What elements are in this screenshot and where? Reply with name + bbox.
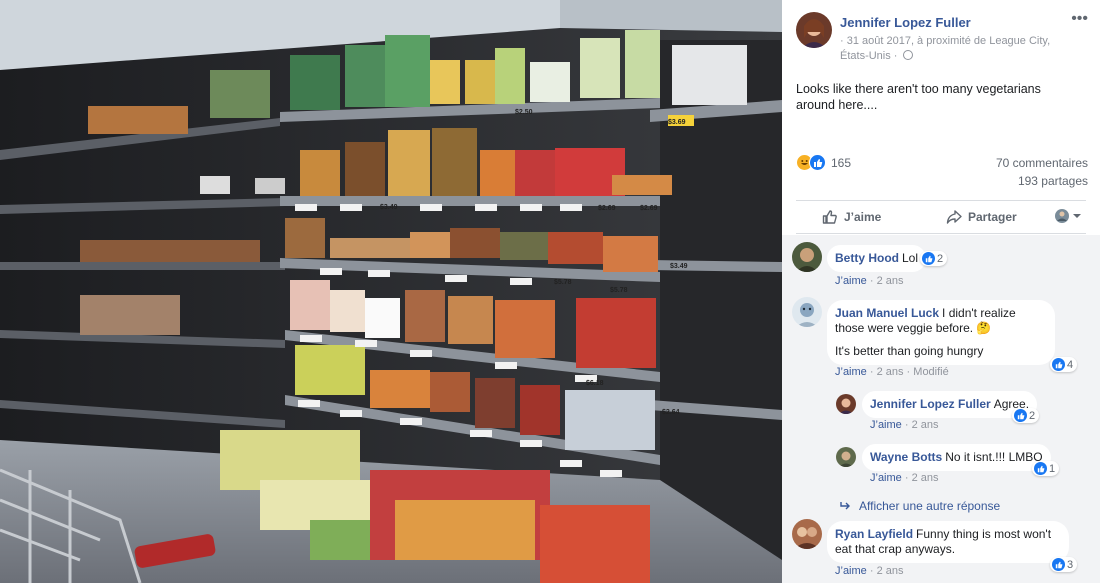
comment-text-continued: It's better than going hungry [835,344,984,358]
avatar[interactable] [792,242,822,272]
audience-selector-icon [1055,209,1069,223]
like-button-label: J’aime [844,210,882,224]
comment-reactions[interactable]: 4 [1050,357,1078,372]
comment-bubble: Jennifer Lopez Fuller Agree. [862,391,1038,418]
comment: Juan Manuel Luck I didn't realize those w… [792,297,1092,387]
post-author-name[interactable]: Jennifer Lopez Fuller [840,15,971,30]
post-date-location[interactable]: · 31 août 2017, à proximité de League Ci… [840,35,1050,62]
like-reaction-icon [1052,358,1065,371]
price-tag: $5.78 [554,279,572,286]
comment-reaction-count: 4 [1067,358,1074,371]
price-tag: $2.69 [640,205,658,212]
comment-timestamp[interactable]: 2 ans [877,275,904,287]
shares-count[interactable]: 193 partages [1018,174,1088,188]
post-sidebar: Jennifer Lopez Fuller · 31 août 2017, à … [782,0,1100,583]
audience-selector[interactable] [1054,208,1081,224]
comment-timestamp[interactable]: 2 ans [912,472,939,484]
comment-like-link[interactable]: J’aime [870,419,902,431]
share-arrow-icon [946,210,962,224]
post-meta: · 31 août 2017, à proximité de League Ci… [840,34,1062,64]
avatar[interactable] [836,447,856,467]
price-tag: $2.64 [662,409,680,416]
comment-reactions[interactable]: 2 [1012,408,1040,423]
comment-actions: J’aime · 2 ans [835,275,904,287]
comment-timestamp[interactable]: 2 ans [912,419,939,431]
price-tag: $5.78 [610,287,628,294]
comment-author[interactable]: Juan Manuel Luck [835,306,939,320]
post-photo[interactable]: $2.69 $3.49 $5.78 $5.78 $3.49 $2.69 $6.1… [0,0,782,583]
thumbs-up-icon [822,210,837,224]
reactions-count[interactable]: 165 [831,156,851,170]
comment-actions: J’aime · 2 ans [835,565,904,577]
comment-actions: J’aime · 2 ans [870,419,939,431]
post-header: Jennifer Lopez Fuller · 31 août 2017, à … [796,11,1092,72]
avatar[interactable] [796,12,832,48]
price-tag: $6.18 [586,380,604,387]
avatar[interactable] [792,297,822,327]
share-button-label: Partager [968,210,1017,224]
share-button[interactable]: Partager [946,209,1017,225]
comment-bubble: Wayne Botts No it isnt.!!! LMBO [862,444,1051,471]
comment-text: No it isnt.!!! LMBO [945,450,1043,464]
avatar[interactable] [792,519,822,549]
comment-edited-label[interactable]: Modifié [913,366,948,378]
more-options-icon[interactable]: ••• [1071,11,1088,27]
chevron-down-icon [1073,214,1081,218]
reply: Jennifer Lopez Fuller Agree. 2 J’aime · 2… [836,391,1092,439]
globe-icon [902,50,913,60]
comment-like-link[interactable]: J’aime [870,472,902,484]
like-reaction-icon [1014,409,1027,422]
like-reaction-icon [809,154,826,171]
avatar[interactable] [836,394,856,414]
reply: Wayne Botts No it isnt.!!! LMBO 1 J’aime … [836,444,1092,492]
comment-reaction-count: 2 [1029,409,1036,422]
comment-timestamp[interactable]: 2 ans [877,366,904,378]
price-tag: $3.49 [670,263,688,270]
like-button[interactable]: J’aime [822,209,881,225]
comment-actions: J’aime · 2 ans [870,472,939,484]
comments-count[interactable]: 70 commentaires [996,156,1088,170]
price-tag: $3.69 [668,119,686,126]
comment: Betty Hood Lol 2 J’aime · 2 ans [792,242,1092,292]
divider [796,200,1086,201]
comment-bubble: Ryan Layfield Funny thing is most won't e… [827,521,1069,563]
price-tag: $2.69 [598,205,616,212]
reaction-summary[interactable]: 165 70 commentaires 193 partages [796,154,1088,188]
comment-bubble: Betty Hood Lol [827,245,927,272]
comment-reaction-count: 2 [937,252,944,265]
comment-author[interactable]: Ryan Layfield [835,527,913,541]
comment: Ryan Layfield Funny thing is most won't e… [792,519,1092,581]
comment-actions: J’aime · 2 ans · Modifié [835,366,949,378]
comment-like-link[interactable]: J’aime [835,565,867,577]
comment-reactions[interactable]: 2 [920,251,948,266]
price-tag: $2.50 [515,109,533,116]
reply-arrow-icon [840,502,850,510]
show-more-replies-label: Afficher une autre réponse [859,499,1001,513]
like-reaction-icon [1034,462,1047,475]
show-more-replies-link[interactable]: Afficher une autre réponse [840,499,1000,513]
comment-reaction-count: 1 [1049,462,1056,475]
comment-text: Lol [902,251,919,265]
divider [796,233,1086,234]
post-text: Looks like there aren't too many vegetar… [796,82,1041,112]
post-action-bar: J’aime Partager [796,203,1086,233]
like-reaction-icon [922,252,935,265]
comment-reactions[interactable]: 1 [1032,461,1060,476]
grocery-shelves-image: $2.69 $3.49 $5.78 $5.78 $3.49 $2.69 $6.1… [0,0,782,583]
comment-author[interactable]: Betty Hood [835,251,899,265]
like-reaction-icon [1052,558,1065,571]
reaction-icons [796,154,826,171]
comment-timestamp[interactable]: 2 ans [877,565,904,577]
comment-like-link[interactable]: J’aime [835,366,867,378]
comment-like-link[interactable]: J’aime [835,275,867,287]
comment-reaction-count: 3 [1067,558,1074,571]
price-tag: $3.49 [380,204,398,211]
comment-reactions[interactable]: 3 [1050,557,1078,572]
comment-author[interactable]: Jennifer Lopez Fuller [870,397,991,411]
comment-author[interactable]: Wayne Botts [870,450,942,464]
comment-bubble: Juan Manuel Luck I didn't realize those w… [827,300,1055,365]
